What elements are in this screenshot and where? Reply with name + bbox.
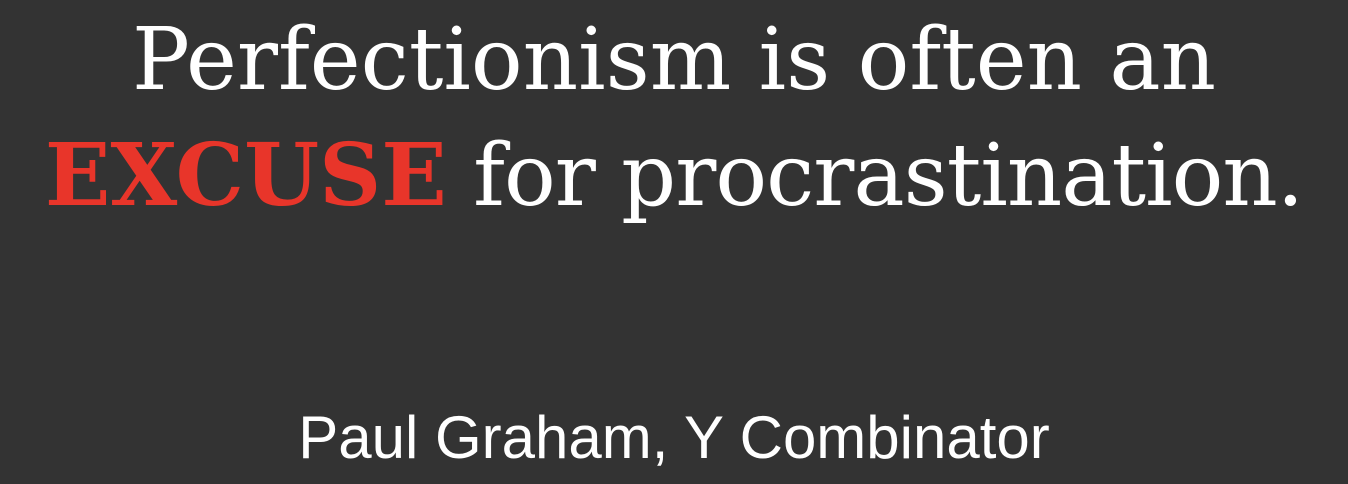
quote-line-2: EXCUSE for procrastination. xyxy=(0,125,1348,227)
quote-line-1: Perfectionism is often an xyxy=(131,10,1217,110)
quote-line-2-rest: for procrastination. xyxy=(446,126,1304,226)
quote-attribution: Paul Graham, Y Combinator xyxy=(298,404,1050,471)
quote-emphasis-word: EXCUSE xyxy=(44,125,447,226)
quote-slide: Perfectionism is often an EXCUSE for pro… xyxy=(0,0,1348,484)
